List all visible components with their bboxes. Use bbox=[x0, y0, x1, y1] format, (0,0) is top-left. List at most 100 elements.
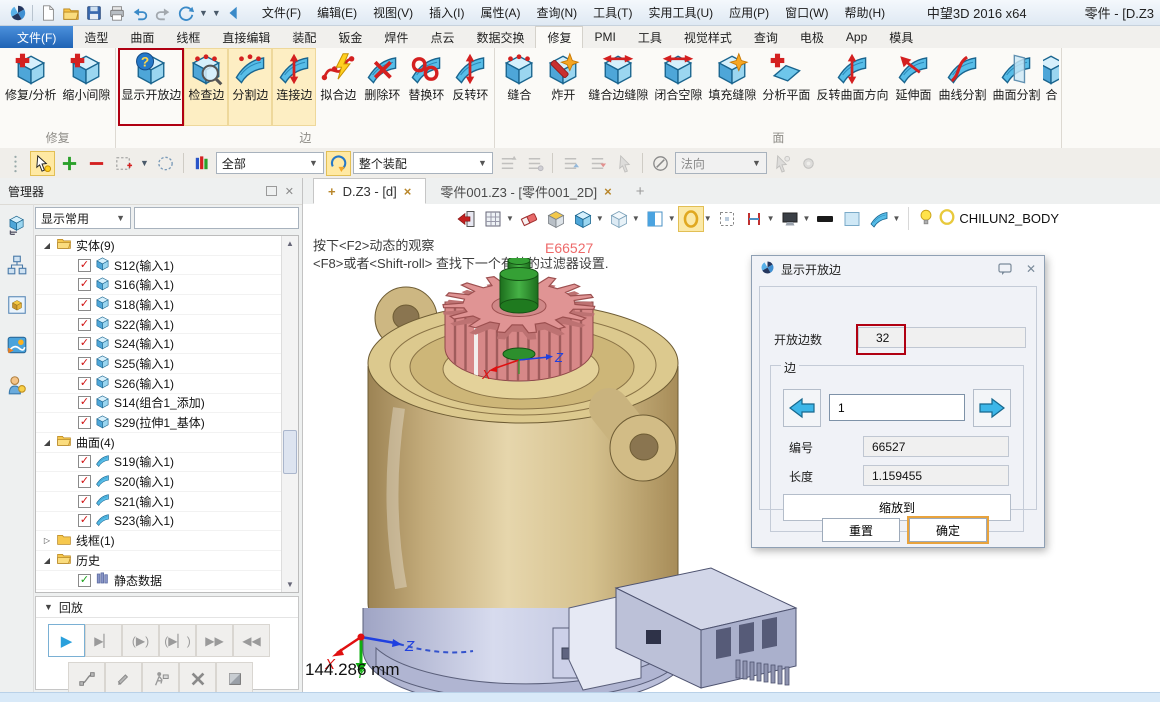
tree-scrollbar[interactable]: ▲ ▼ bbox=[281, 236, 298, 592]
show-open-edges-dialog[interactable]: 显示开放边 ✕ 开放边数 32 bbox=[751, 255, 1045, 548]
ribbon-button-fill-gap[interactable]: 填充缝隙 bbox=[705, 48, 759, 126]
app-logo-button[interactable] bbox=[6, 2, 29, 24]
scope-icon[interactable] bbox=[326, 151, 351, 176]
ribbon-tab[interactable]: App bbox=[835, 26, 878, 48]
visibility-checkbox[interactable]: ✓ bbox=[78, 337, 91, 350]
pick-lasso-icon[interactable] bbox=[153, 151, 178, 176]
exit-icon[interactable] bbox=[453, 206, 479, 232]
section-h-icon[interactable] bbox=[741, 206, 767, 232]
chevron-down-icon[interactable]: ▼ bbox=[704, 214, 712, 223]
dialog-close-icon[interactable]: ✕ bbox=[1026, 262, 1036, 276]
tree-row[interactable]: ✓静态数据 bbox=[36, 571, 281, 591]
ribbon-tab[interactable]: 曲面 bbox=[119, 26, 165, 48]
tree-row[interactable]: ----- 建模停止 ----- bbox=[36, 590, 281, 592]
tree-row[interactable]: ▷线框(1) bbox=[36, 531, 281, 551]
menu-item[interactable]: 工具(T) bbox=[585, 0, 640, 26]
tree-row[interactable]: ✓S14(组合1_添加) bbox=[36, 394, 281, 414]
ribbon-button-analyze-plane[interactable]: 分析平面 bbox=[759, 48, 813, 126]
tree-row[interactable]: ✓S24(输入1) bbox=[36, 334, 281, 354]
menu-item[interactable]: 编辑(E) bbox=[309, 0, 365, 26]
playback-run-to-feature-button[interactable] bbox=[142, 662, 179, 695]
filter-colors-icon[interactable] bbox=[189, 151, 214, 176]
previous-edge-button[interactable] bbox=[783, 389, 821, 427]
ribbon-tab[interactable]: 模具 bbox=[878, 26, 924, 48]
chevron-down-icon[interactable]: ▼ bbox=[140, 158, 149, 168]
new-tab-button[interactable]: + bbox=[626, 178, 655, 204]
ribbon-button-extend-face[interactable]: 延伸面 bbox=[891, 48, 935, 126]
ribbon-button-split-edge[interactable]: 分割边 bbox=[228, 48, 272, 126]
ring-gold-icon[interactable] bbox=[678, 206, 704, 232]
collapsed-icon[interactable]: ▷ bbox=[42, 536, 52, 545]
ribbon-tab[interactable]: 造型 bbox=[73, 26, 119, 48]
compass-icon[interactable] bbox=[648, 151, 673, 176]
ribbon-button-replace-loop[interactable]: 替换环 bbox=[404, 48, 448, 126]
monitor-icon[interactable] bbox=[777, 206, 803, 232]
tree-row[interactable]: ✓S19(输入1) bbox=[36, 453, 281, 473]
ltblue-square-icon[interactable] bbox=[839, 206, 865, 232]
ribbon-button-delete-loop[interactable]: 删除环 bbox=[360, 48, 404, 126]
list-up-icon[interactable] bbox=[495, 151, 520, 176]
ribbon-button-connect-edge[interactable]: 连接边 bbox=[272, 48, 316, 126]
list-blue-icon[interactable] bbox=[558, 151, 583, 176]
visibility-checkbox[interactable]: ✓ bbox=[78, 278, 91, 291]
panel-restore-icon[interactable] bbox=[266, 186, 277, 196]
visibility-checkbox[interactable]: ✓ bbox=[78, 377, 91, 390]
cursor-plain-icon[interactable] bbox=[612, 151, 637, 176]
visibility-checkbox[interactable]: ✓ bbox=[78, 416, 91, 429]
normal-mode-dropdown[interactable]: 法向▼ bbox=[675, 152, 767, 174]
ribbon-button-close-gap[interactable]: 闭合空隙 bbox=[651, 48, 705, 126]
visibility-checkbox[interactable]: ✓ bbox=[78, 259, 91, 272]
ribbon-tab[interactable]: 焊件 bbox=[373, 26, 419, 48]
panel-close-icon[interactable]: ✕ bbox=[285, 185, 294, 198]
next-edge-button[interactable] bbox=[973, 389, 1011, 427]
list-pin-icon[interactable] bbox=[522, 151, 547, 176]
chevron-down-icon[interactable]: ▼ bbox=[668, 214, 676, 223]
menu-item[interactable]: 视图(V) bbox=[365, 0, 421, 26]
save-file-button[interactable] bbox=[82, 2, 105, 24]
ribbon-tab[interactable]: 钣金 bbox=[327, 26, 373, 48]
print-button[interactable] bbox=[105, 2, 128, 24]
menu-item[interactable]: 插入(I) bbox=[421, 0, 472, 26]
visibility-checkbox[interactable]: ✓ bbox=[78, 514, 91, 527]
expanded-icon[interactable]: ◢ bbox=[42, 241, 52, 250]
playback-header[interactable]: ▼ 回放 bbox=[36, 597, 298, 618]
dialog-title-bar[interactable]: 显示开放边 ✕ bbox=[752, 256, 1044, 282]
tree-row[interactable]: ✓S29(拉伸1_基体) bbox=[36, 413, 281, 433]
visibility-checkbox[interactable]: ✓ bbox=[78, 298, 91, 311]
tree-row[interactable]: ✓S16(输入1) bbox=[36, 275, 281, 295]
scroll-up-icon[interactable]: ▲ bbox=[286, 236, 294, 251]
square-blue-icon[interactable] bbox=[642, 206, 668, 232]
tree-row[interactable]: ✓S12(输入1) bbox=[36, 256, 281, 276]
ribbon-tab[interactable]: 直接编辑 bbox=[211, 26, 281, 48]
redo-button[interactable] bbox=[151, 2, 174, 24]
close-tab-icon[interactable]: × bbox=[604, 184, 612, 199]
calc-icon[interactable] bbox=[480, 206, 506, 232]
visibility-checkbox[interactable]: ✓ bbox=[78, 495, 91, 508]
ribbon-button-fit-edge[interactable]: 拟合边 bbox=[316, 48, 360, 126]
entity-filter-dropdown[interactable]: 全部▼ bbox=[216, 152, 324, 174]
tree-row[interactable]: ✓S22(输入1) bbox=[36, 315, 281, 335]
visual-manager-tab[interactable] bbox=[4, 292, 30, 318]
ribbon-button-sew-edge-gap[interactable]: 缝合边缝隙 bbox=[585, 48, 651, 126]
zoom-to-button[interactable]: 缩放到 bbox=[783, 494, 1011, 521]
ribbon-button-sew[interactable]: 缝合 bbox=[497, 48, 541, 126]
regen-button[interactable] bbox=[174, 2, 197, 24]
chevron-down-icon[interactable]: ▼ bbox=[212, 8, 221, 18]
document-tab[interactable]: 零件001.Z3 - [零件001_2D]× bbox=[426, 178, 625, 204]
ribbon-tab[interactable]: 数据交换 bbox=[465, 26, 535, 48]
tree-row[interactable]: ✓S21(输入1) bbox=[36, 492, 281, 512]
edge-id-field[interactable]: 66527 bbox=[863, 436, 1009, 457]
ribbon-button-repair-analyze[interactable]: 修复/分析 bbox=[2, 48, 59, 126]
ribbon-tab[interactable]: 工具 bbox=[627, 26, 673, 48]
tree-row[interactable]: ◢历史 bbox=[36, 551, 281, 571]
tree-search-input[interactable] bbox=[134, 207, 299, 229]
grip-icon[interactable] bbox=[3, 151, 28, 176]
ribbon-button-curve-split[interactable]: 曲线分割 bbox=[935, 48, 989, 126]
tab-file[interactable]: 文件(F) bbox=[0, 26, 73, 48]
edge-length-field[interactable]: 1.159455 bbox=[863, 465, 1009, 486]
playback-play-button[interactable]: ▶ bbox=[48, 624, 85, 657]
pick-marquee-icon[interactable] bbox=[111, 151, 136, 176]
menu-item[interactable]: 文件(F) bbox=[254, 0, 309, 26]
cursor-pick-icon[interactable] bbox=[769, 151, 794, 176]
new-doc-button[interactable] bbox=[36, 2, 59, 24]
